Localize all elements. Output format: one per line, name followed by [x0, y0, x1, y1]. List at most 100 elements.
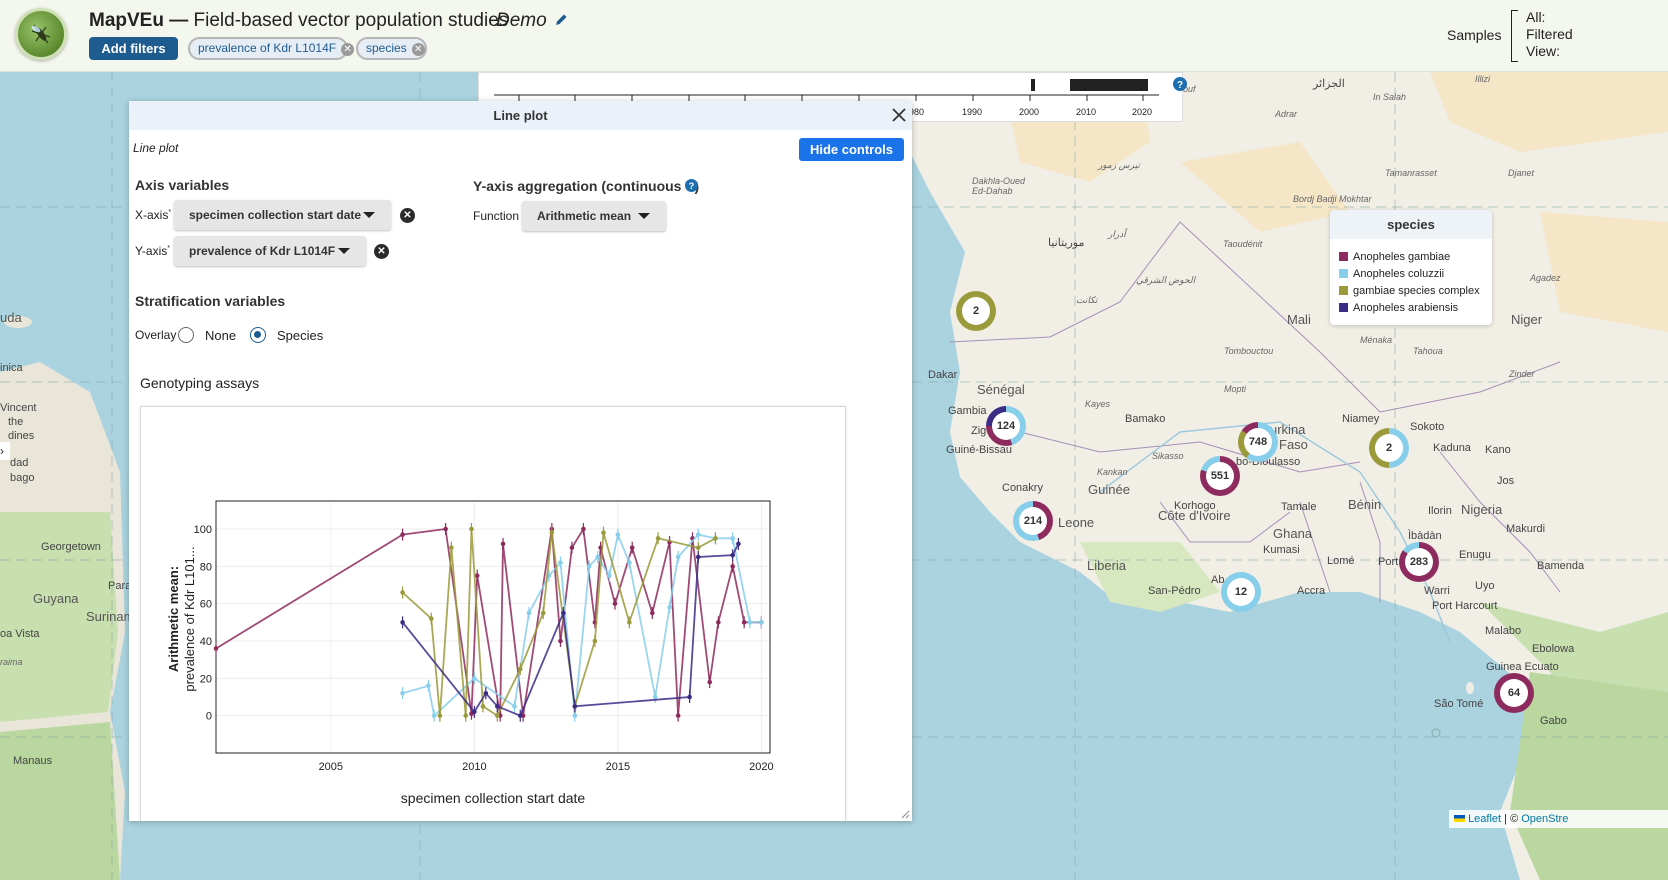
data-point[interactable] — [437, 713, 443, 718]
remove-filter-icon[interactable]: ✕ — [341, 43, 355, 56]
data-point[interactable] — [655, 536, 661, 541]
remove-filter-icon[interactable]: ✕ — [411, 43, 425, 56]
data-point[interactable] — [627, 560, 632, 565]
data-point[interactable] — [652, 694, 658, 700]
expand-sidebar-chevron-icon[interactable]: › — [0, 442, 10, 460]
cluster-marker[interactable]: 283 — [1399, 542, 1439, 582]
data-point[interactable] — [612, 601, 618, 606]
data-point[interactable] — [526, 610, 532, 616]
data-point[interactable] — [400, 690, 405, 696]
data-point[interactable] — [561, 610, 566, 616]
data-point[interactable] — [741, 620, 747, 625]
y-axis-select[interactable]: prevalence of Kdr L1014F — [174, 236, 366, 266]
data-point[interactable] — [463, 713, 469, 718]
data-point[interactable] — [627, 620, 632, 625]
data-point[interactable] — [592, 638, 598, 644]
data-point[interactable] — [474, 573, 480, 578]
data-point[interactable] — [483, 690, 489, 696]
data-point[interactable] — [558, 560, 563, 565]
panel-header[interactable]: Line plot — [129, 101, 912, 130]
data-point[interactable] — [540, 610, 546, 616]
data-point[interactable] — [400, 590, 405, 595]
data-point[interactable] — [480, 704, 486, 709]
data-point[interactable] — [569, 545, 575, 550]
data-point[interactable] — [431, 713, 437, 718]
data-point[interactable] — [449, 545, 454, 550]
data-point[interactable] — [736, 541, 741, 547]
data-point[interactable] — [512, 704, 517, 709]
data-point[interactable] — [730, 552, 735, 558]
data-point[interactable] — [675, 713, 681, 718]
data-point[interactable] — [667, 605, 672, 610]
legend-item: Anopheles coluzzii — [1339, 268, 1444, 280]
data-point[interactable] — [572, 704, 578, 709]
data-point[interactable] — [716, 620, 721, 625]
overlay-none-radio[interactable] — [178, 327, 194, 343]
leaflet-link[interactable]: Leaflet — [1468, 813, 1501, 825]
data-point[interactable] — [675, 554, 681, 560]
data-point[interactable] — [472, 709, 477, 715]
add-filters-button[interactable]: Add filters — [89, 37, 178, 60]
data-point[interactable] — [759, 620, 764, 625]
data-point[interactable] — [581, 526, 586, 532]
overlay-species-radio[interactable] — [250, 327, 266, 343]
data-point[interactable] — [615, 532, 621, 537]
data-point[interactable] — [500, 541, 506, 547]
help-icon[interactable]: ? — [685, 179, 698, 192]
hide-controls-button[interactable]: Hide controls — [799, 138, 904, 161]
cluster-marker[interactable]: 124 — [986, 406, 1026, 446]
cluster-marker[interactable]: 214 — [1013, 501, 1053, 541]
data-point[interactable] — [695, 554, 701, 560]
data-point[interactable] — [695, 532, 701, 537]
resize-handle-icon[interactable] — [900, 809, 910, 819]
data-point[interactable] — [400, 532, 405, 537]
data-point[interactable] — [747, 620, 753, 625]
data-point[interactable] — [606, 573, 612, 578]
line-chart[interactable]: Arithmetic mean: prevalence of Kdr L101.… — [141, 407, 847, 821]
data-point[interactable] — [443, 526, 448, 532]
data-point[interactable] — [426, 683, 431, 689]
cluster-marker[interactable]: 12 — [1221, 572, 1261, 612]
cluster-marker[interactable]: 748 — [1238, 422, 1278, 462]
filter-chip-species[interactable]: species ✕ — [356, 37, 427, 60]
data-point[interactable] — [601, 530, 606, 536]
data-point[interactable] — [650, 610, 655, 616]
data-point[interactable] — [549, 530, 555, 536]
data-point[interactable] — [730, 536, 735, 541]
data-point[interactable] — [517, 713, 523, 718]
data-point[interactable] — [517, 666, 523, 672]
function-select[interactable]: Arithmetic mean — [522, 201, 666, 231]
close-icon[interactable] — [892, 108, 906, 122]
mosquito-logo-icon[interactable] — [15, 8, 67, 60]
cluster-marker[interactable]: 64 — [1494, 673, 1534, 713]
data-point[interactable] — [687, 694, 692, 700]
data-point[interactable] — [495, 704, 500, 709]
data-point[interactable] — [730, 564, 735, 569]
data-point[interactable] — [572, 713, 578, 718]
data-point[interactable] — [695, 545, 701, 550]
data-point[interactable] — [586, 564, 592, 569]
data-point[interactable] — [707, 679, 713, 685]
data-point[interactable] — [595, 554, 601, 560]
data-point[interactable] — [472, 676, 477, 681]
data-point[interactable] — [713, 536, 718, 541]
data-point[interactable] — [400, 620, 405, 625]
clear-x-axis-icon[interactable]: ✕ — [400, 208, 415, 223]
cluster-marker[interactable]: 2 — [956, 291, 996, 331]
filter-chip-kdr[interactable]: prevalence of Kdr L1014F ✕ — [188, 37, 355, 60]
osm-link[interactable]: OpenStre — [1521, 813, 1568, 825]
help-icon[interactable]: ? — [1173, 77, 1187, 91]
timeline-tick: 2010 — [1076, 107, 1097, 117]
map-label: أدرار — [1108, 229, 1126, 239]
data-point[interactable] — [495, 713, 500, 718]
clear-y-axis-icon[interactable]: ✕ — [374, 244, 389, 259]
x-axis-select[interactable]: specimen collection start date — [174, 200, 391, 230]
cluster-marker[interactable]: 2 — [1369, 428, 1409, 468]
data-point[interactable] — [558, 638, 563, 644]
data-point[interactable] — [629, 545, 635, 550]
data-point[interactable] — [469, 526, 474, 532]
data-point[interactable] — [428, 616, 434, 621]
cluster-marker[interactable]: 551 — [1200, 456, 1240, 496]
pencil-edit-icon[interactable] — [554, 13, 568, 27]
data-point[interactable] — [213, 646, 219, 651]
